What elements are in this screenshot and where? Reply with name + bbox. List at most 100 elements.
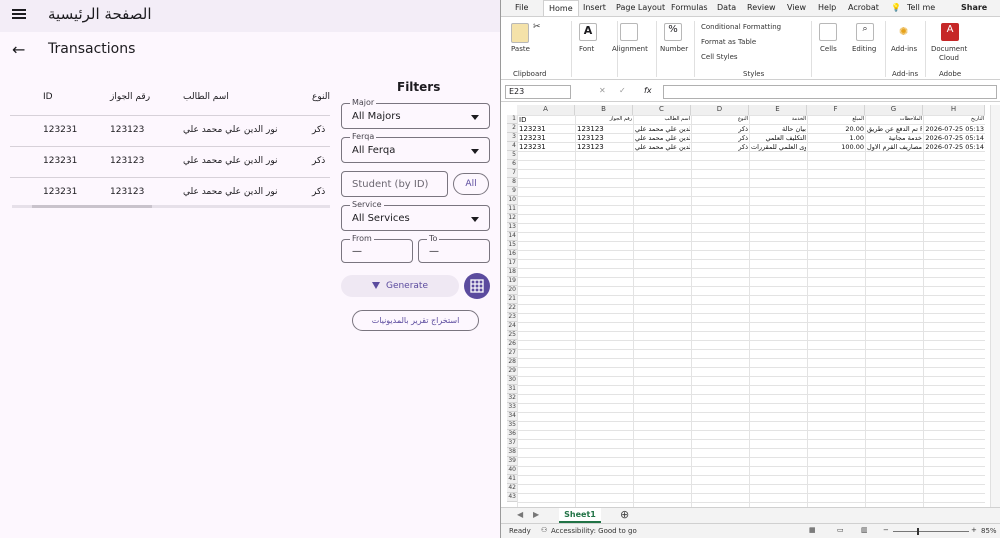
row-header[interactable]: 42 [507,484,517,493]
conditional-formatting-button[interactable]: Conditional Formatting [701,23,781,31]
tab-page-layout[interactable]: Page Layout [616,3,665,12]
row-header[interactable]: 29 [507,367,517,376]
debts-report-button[interactable]: استخراج تقرير بالمديونيات [352,310,479,331]
tab-file[interactable]: File [515,3,528,12]
sheet-tab-sheet1[interactable]: Sheet1 [559,508,601,523]
row-header[interactable]: 12 [507,214,517,223]
zoom-out-icon[interactable]: − [883,526,889,534]
row-header[interactable]: 26 [507,340,517,349]
cell-e4[interactable]: المحتوى العلمي للمقررات [751,143,806,151]
row-header[interactable]: 30 [507,376,517,385]
row-header[interactable]: 13 [507,223,517,232]
cell-c1[interactable]: اسم الطالب [635,116,690,122]
scrollbar-thumb[interactable] [32,205,152,208]
tab-acrobat[interactable]: Acrobat [848,3,879,12]
cell-h4[interactable]: 2026-07-25 05:14 [925,143,984,151]
cell-f2[interactable]: 20.00 [809,125,864,133]
row-header[interactable]: 3 [507,133,517,142]
editing-label[interactable]: Editing [852,45,876,53]
paste-label[interactable]: Paste [511,45,530,53]
to-date-field[interactable]: To — [418,234,490,263]
column-header[interactable]: F [807,105,865,115]
cell-a3[interactable]: 123231 [519,134,574,142]
row-header[interactable]: 17 [507,259,517,268]
accessibility-status[interactable]: Accessibility: Good to go [551,527,637,535]
cell-d3[interactable]: ذكر [693,134,748,142]
cell-b2[interactable]: 123123 [577,125,632,133]
row-header[interactable]: 37 [507,439,517,448]
cell-f1[interactable]: المبلغ [809,116,864,122]
adobe-pdf-icon[interactable]: A [941,23,959,41]
column-header[interactable]: D [691,105,749,115]
column-header[interactable]: C [633,105,691,115]
tab-help[interactable]: Help [818,3,836,12]
alignment-label[interactable]: Alignment [612,45,648,53]
tell-me-search[interactable]: Tell me [907,3,935,12]
cell-styles-button[interactable]: Cell Styles [701,53,738,61]
row-header[interactable]: 34 [507,412,517,421]
normal-view-icon[interactable]: ▦ [809,526,816,534]
row-header[interactable]: 38 [507,448,517,457]
cell-d2[interactable]: ذكر [693,125,748,133]
from-date-field[interactable]: From — [341,234,413,263]
row-header[interactable]: 7 [507,169,517,178]
column-header[interactable]: E [749,105,807,115]
confirm-entry-icon[interactable]: ✓ [619,86,626,95]
back-arrow-icon[interactable]: ← [12,40,25,59]
row-header[interactable]: 9 [507,187,517,196]
tab-data[interactable]: Data [717,3,736,12]
cell-e1[interactable]: الخدمة [751,116,806,122]
column-header[interactable]: B [575,105,633,115]
tab-review[interactable]: Review [747,3,776,12]
row-header[interactable]: 2 [507,124,517,133]
all-students-button[interactable]: All [453,173,489,195]
tab-formulas[interactable]: Formulas [671,3,708,12]
student-id-input[interactable]: Student (by ID) [341,171,448,197]
table-row[interactable]: 123231 123123 نور الدين علي محمد علي ذكر [10,177,330,207]
row-header[interactable]: 14 [507,232,517,241]
row-header[interactable]: 40 [507,466,517,475]
cell-a1[interactable]: ID [519,116,526,124]
cancel-entry-icon[interactable]: ✕ [599,86,606,95]
row-header[interactable]: 11 [507,205,517,214]
cells-label[interactable]: Cells [820,45,837,53]
addins-label[interactable]: Add-ins [891,45,917,53]
row-header[interactable]: 27 [507,349,517,358]
zoom-slider[interactable] [893,531,969,532]
cell-h3[interactable]: 2026-07-25 05:14 [925,134,984,142]
add-sheet-icon[interactable]: ⊕ [620,508,629,521]
vertical-scrollbar[interactable] [990,105,1000,507]
row-header[interactable]: 32 [507,394,517,403]
row-header[interactable]: 6 [507,160,517,169]
cell-g3[interactable]: خدمة مجانية [867,134,922,142]
cut-icon[interactable]: ✂ [533,22,541,32]
scroll-sheets-right-icon[interactable]: ▶ [533,510,539,519]
cell-g4[interactable]: مصاريف القرم الاول [867,143,922,151]
row-header[interactable]: 33 [507,403,517,412]
cell-g1[interactable]: الملاحظات [867,116,922,122]
tab-insert[interactable]: Insert [583,3,606,12]
formula-input[interactable] [663,85,997,99]
row-header[interactable]: 25 [507,331,517,340]
row-header[interactable]: 36 [507,430,517,439]
column-header[interactable]: A [517,105,575,115]
zoom-in-icon[interactable]: + [971,526,977,534]
hamburger-menu-icon[interactable] [12,7,26,21]
tab-home[interactable]: Home [543,0,579,17]
cells-icon[interactable] [819,23,837,41]
editing-search-icon[interactable]: ⌕ [856,23,874,41]
cell-d4[interactable]: ذكر [693,143,748,151]
row-header[interactable]: 15 [507,241,517,250]
row-header[interactable]: 5 [507,151,517,160]
row-header[interactable]: 31 [507,385,517,394]
row-header[interactable]: 22 [507,304,517,313]
alignment-icon[interactable] [620,23,638,41]
table-row[interactable]: 123231 123123 نور الدين علي محمد علي ذكر [10,115,330,145]
generate-button[interactable]: Generate [341,275,459,297]
cell-e2[interactable]: بيان حالة [751,125,806,133]
cell-c3[interactable]: نور الدين علي محمد علي [635,134,690,142]
cell-c2[interactable]: نور الدين علي محمد علي [635,125,690,133]
page-layout-view-icon[interactable]: ▭ [837,526,844,534]
row-header[interactable]: 19 [507,277,517,286]
accessibility-icon[interactable]: ⚇ [541,526,547,534]
